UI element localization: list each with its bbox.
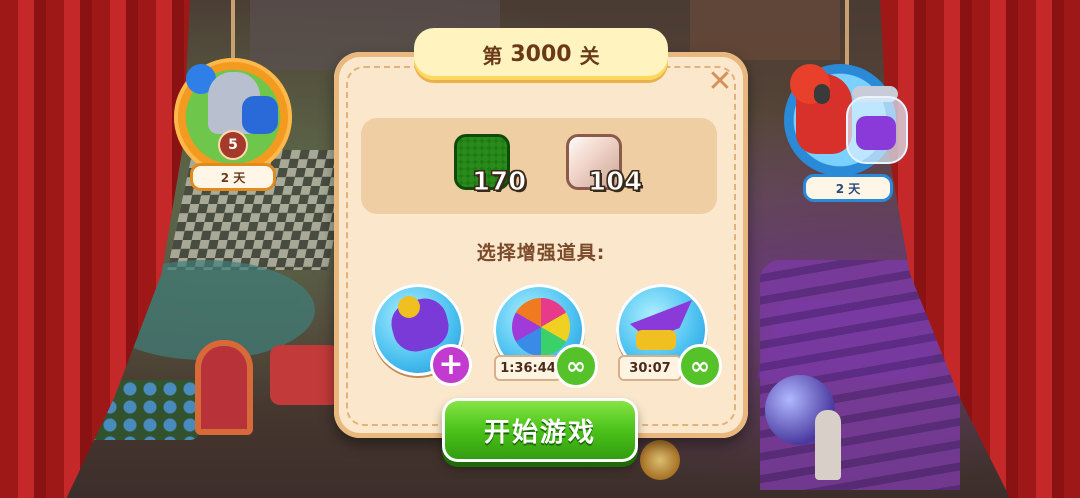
add-booster-plus-icon[interactable]: +: [430, 344, 472, 386]
hobby-horse-icon: [242, 96, 278, 134]
rainbow-ball-booster-icon: [512, 298, 570, 356]
jukebox: [195, 340, 253, 435]
rocket-fuse-icon: [398, 296, 420, 318]
left-badge-rope: [231, 0, 235, 60]
level-title-prefix: 第: [482, 43, 503, 68]
paper-plane-timer: 30:07: [618, 355, 682, 381]
background-frames: [690, 0, 840, 60]
level-title-banner: 第 3000 关: [414, 28, 668, 80]
close-icon[interactable]: ✕: [706, 67, 734, 97]
red-sofa: [270, 345, 340, 405]
start-game-button[interactable]: 开始游戏: [442, 398, 638, 462]
parrot-beak-icon: [814, 84, 830, 104]
infinity-icon: ∞: [678, 344, 722, 388]
knight-event-level: 5: [218, 130, 248, 160]
rainbow-ball-timer: 1:36:44: [494, 355, 562, 381]
level-number: 3000: [510, 41, 572, 67]
goal-count-pink: 104: [587, 167, 643, 198]
paper-plane-base-icon: [636, 330, 676, 350]
jar-reward-icon: [856, 116, 896, 150]
parrot-event-days: 2 天: [803, 174, 893, 202]
lamp-decoration: [640, 440, 680, 480]
infinity-icon: ∞: [554, 344, 598, 388]
level-goals-panel: [361, 118, 717, 214]
knight-event-days: 2 天: [190, 163, 276, 191]
right-badge-rope: [845, 0, 849, 66]
goal-count-green: 170: [471, 167, 527, 198]
level-title-suffix: 关: [579, 43, 600, 68]
boosters-label: 选择增强道具:: [476, 242, 606, 264]
statue-decoration: [815, 410, 841, 480]
